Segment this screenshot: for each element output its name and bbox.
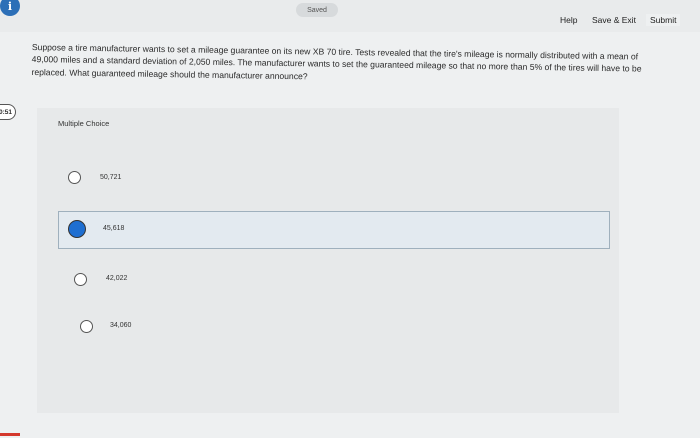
radio-button[interactable]: [68, 171, 81, 184]
radio-button-selected[interactable]: [68, 220, 86, 238]
choice-option-1[interactable]: 50,721: [58, 160, 458, 196]
choice-label: 34,060: [110, 322, 132, 329]
choice-option-2[interactable]: 45,618: [58, 211, 610, 249]
choice-option-4[interactable]: 34,060: [66, 309, 466, 345]
choice-option-3[interactable]: 42,022: [62, 262, 462, 298]
multiple-choice-panel: [37, 108, 619, 413]
help-button[interactable]: Help: [560, 15, 577, 25]
radio-button[interactable]: [74, 273, 87, 286]
timer-badge: 0:51: [0, 104, 16, 120]
multiple-choice-label: Multiple Choice: [58, 119, 110, 128]
saved-status-badge: Saved: [296, 3, 338, 17]
footer-accent-bar: [0, 433, 20, 436]
radio-button[interactable]: [80, 320, 93, 333]
save-exit-button[interactable]: Save & Exit: [592, 15, 636, 25]
choice-label: 45,618: [103, 225, 125, 232]
submit-button[interactable]: Submit: [646, 14, 681, 26]
choice-label: 50,721: [100, 174, 122, 181]
choice-label: 42,022: [106, 275, 128, 282]
question-text: Suppose a tire manufacturer wants to set…: [31, 41, 642, 81]
